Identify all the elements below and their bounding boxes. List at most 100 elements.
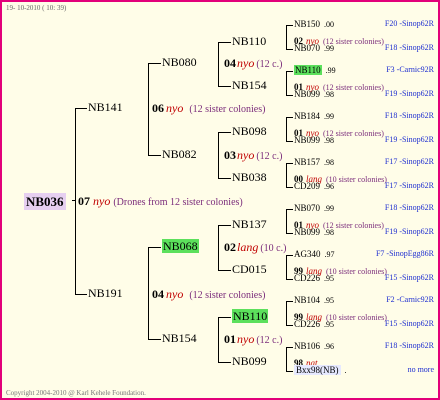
leaf-bottom[interactable]: CD209 .96 [294, 182, 334, 191]
leaf-bottom[interactable]: NB070 .99 [294, 44, 334, 53]
leaf-top-id[interactable]: NB110 [294, 65, 322, 75]
level3-node[interactable]: NB137 [232, 218, 267, 230]
connector-line [75, 294, 87, 295]
leaf-bottom-score: .98 [324, 136, 335, 145]
level3-id[interactable]: NB137 [232, 217, 267, 231]
connector-line [286, 95, 293, 96]
leaf-bottom-id[interactable]: Bxx98(NB) [294, 365, 341, 375]
leaf-top-ref[interactable]: F18 -Sinop62R [385, 112, 434, 120]
level3-id[interactable]: NB110 [232, 34, 266, 48]
copyright: Copyright 2004-2010 @ Karl Kehele Founda… [6, 389, 146, 397]
level2-info: 01nyo (12 c.) [224, 333, 282, 346]
level3-node[interactable]: NB154 [232, 79, 267, 91]
level3-id[interactable]: NB110 [232, 309, 269, 323]
leaf-top[interactable]: NB157 .98 [294, 158, 334, 167]
leaf-top[interactable]: NB110.99 [294, 65, 336, 75]
leaf-top-score: .97 [324, 250, 335, 259]
leaf-top-ref[interactable]: F3 -Carnic92R [386, 66, 434, 74]
leaf-bottom[interactable]: NB099 .98 [294, 136, 334, 145]
connector-line [75, 108, 87, 109]
leaf-bottom-id[interactable]: CD226 [294, 319, 320, 329]
leaf-bottom[interactable]: NB099 .98 [294, 90, 334, 99]
level3-id[interactable]: NB038 [232, 170, 267, 184]
level1-info: 06 nyo (12 sister colonies) [152, 102, 265, 115]
leaf-bottom-id[interactable]: NB099 [294, 135, 320, 145]
level3-id[interactable]: CD015 [232, 262, 267, 276]
level3-node[interactable]: CD015 [232, 263, 267, 275]
connector-line [218, 132, 231, 133]
connector-line [286, 163, 287, 187]
leaf-bottom-ref[interactable]: F19 -Sinop62R [385, 136, 434, 144]
leaf-top[interactable]: AG340.97 [294, 250, 335, 259]
leaf-bottom-id[interactable]: NB070 [294, 43, 320, 53]
leaf-top-id[interactable]: NB157 [294, 157, 320, 167]
leaf-top-id[interactable]: NB104 [294, 295, 320, 305]
root-id[interactable]: NB036 [24, 193, 66, 210]
connector-line [148, 339, 161, 340]
connector-line [286, 117, 293, 118]
level2-gen: 02 [224, 240, 236, 254]
leaf-bottom-id[interactable]: NB099 [294, 89, 320, 99]
leaf-top-ref[interactable]: F2 -Carnic92R [386, 296, 434, 304]
level3-id[interactable]: NB099 [232, 354, 267, 368]
leaf-top-ref[interactable]: F17 -Sinop62R [385, 158, 434, 166]
level2-node[interactable]: NB082 [162, 148, 197, 160]
leaf-bottom-ref[interactable]: F17 -Sinop62R [385, 182, 434, 190]
level2-id[interactable]: NB082 [162, 147, 197, 161]
leaf-bottom-ref[interactable]: F19 -Sinop62R [385, 90, 434, 98]
leaf-bottom-ref[interactable]: F15 -Sinop62R [385, 320, 434, 328]
leaf-bottom-score: .95 [324, 320, 335, 329]
leaf-top-id[interactable]: NB070 [294, 203, 320, 213]
leaf-top-score: .00 [324, 20, 335, 29]
root-gen: 07 [78, 194, 90, 208]
root-node[interactable]: NB036 [24, 193, 66, 210]
leaf-top-id[interactable]: AG340 [294, 249, 321, 259]
level2-id[interactable]: NB080 [162, 55, 197, 69]
leaf-top[interactable]: NB184 .99 [294, 112, 334, 121]
leaf-top-score: .99 [324, 112, 335, 121]
level2-id[interactable]: NB154 [162, 331, 197, 345]
leaf-bottom[interactable]: Bxx98(NB). [294, 365, 347, 375]
leaf-bottom[interactable]: CD226 .95 [294, 320, 334, 329]
leaf-bottom-id[interactable]: CD209 [294, 181, 320, 191]
leaf-top[interactable]: NB104 .95 [294, 296, 334, 305]
leaf-bottom-ref[interactable]: F19 -Sinop62R [385, 228, 434, 236]
leaf-top[interactable]: NB150 .00 [294, 20, 334, 29]
leaf-top[interactable]: NB070 .99 [294, 204, 334, 213]
leaf-top-ref[interactable]: F7 -SinopEgg86R [376, 250, 434, 258]
leaf-bottom[interactable]: NB099 .98 [294, 228, 334, 237]
leaf-top-ref[interactable]: F18 -Sinop62R [385, 342, 434, 350]
level3-node[interactable]: NB110 [232, 35, 266, 47]
level2-node[interactable]: NB154 [162, 332, 197, 344]
connector-line [286, 255, 287, 279]
leaf-top[interactable]: NB106 .96 [294, 342, 334, 351]
leaf-bottom-id[interactable]: CD226 [294, 273, 320, 283]
level3-node[interactable]: NB099 [232, 355, 267, 367]
connector-line [286, 371, 293, 372]
leaf-top-id[interactable]: NB184 [294, 111, 320, 121]
level3-node[interactable]: NB098 [232, 125, 267, 137]
connector-line [218, 42, 219, 86]
leaf-bottom-ref[interactable]: no more [408, 366, 434, 374]
leaf-bottom-ref[interactable]: F18 -Sinop62R [385, 44, 434, 52]
leaf-bottom-ref[interactable]: F15 -Sinop62R [385, 274, 434, 282]
leaf-top-id[interactable]: NB150 [294, 19, 320, 29]
level2-id[interactable]: NB068 [162, 239, 199, 253]
level3-node[interactable]: NB038 [232, 171, 267, 183]
leaf-top-ref[interactable]: F20 -Sinop62R [385, 20, 434, 28]
leaf-bottom-id[interactable]: NB099 [294, 227, 320, 237]
level3-node[interactable]: NB110 [232, 309, 269, 323]
leaf-top-ref[interactable]: F18 -Sinop62R [385, 204, 434, 212]
level1-node[interactable]: NB141 [88, 101, 123, 113]
level2-node[interactable]: NB080 [162, 56, 197, 68]
level3-id[interactable]: NB154 [232, 78, 267, 92]
connector-line [148, 63, 149, 155]
leaf-bottom[interactable]: CD226 .95 [294, 274, 334, 283]
leaf-top-id[interactable]: NB106 [294, 341, 320, 351]
level2-node[interactable]: NB068 [162, 239, 199, 253]
level1-node[interactable]: NB191 [88, 287, 123, 299]
connector-line [286, 209, 293, 210]
level3-id[interactable]: NB098 [232, 124, 267, 138]
connector-line [286, 71, 293, 72]
connector-line [218, 132, 219, 178]
